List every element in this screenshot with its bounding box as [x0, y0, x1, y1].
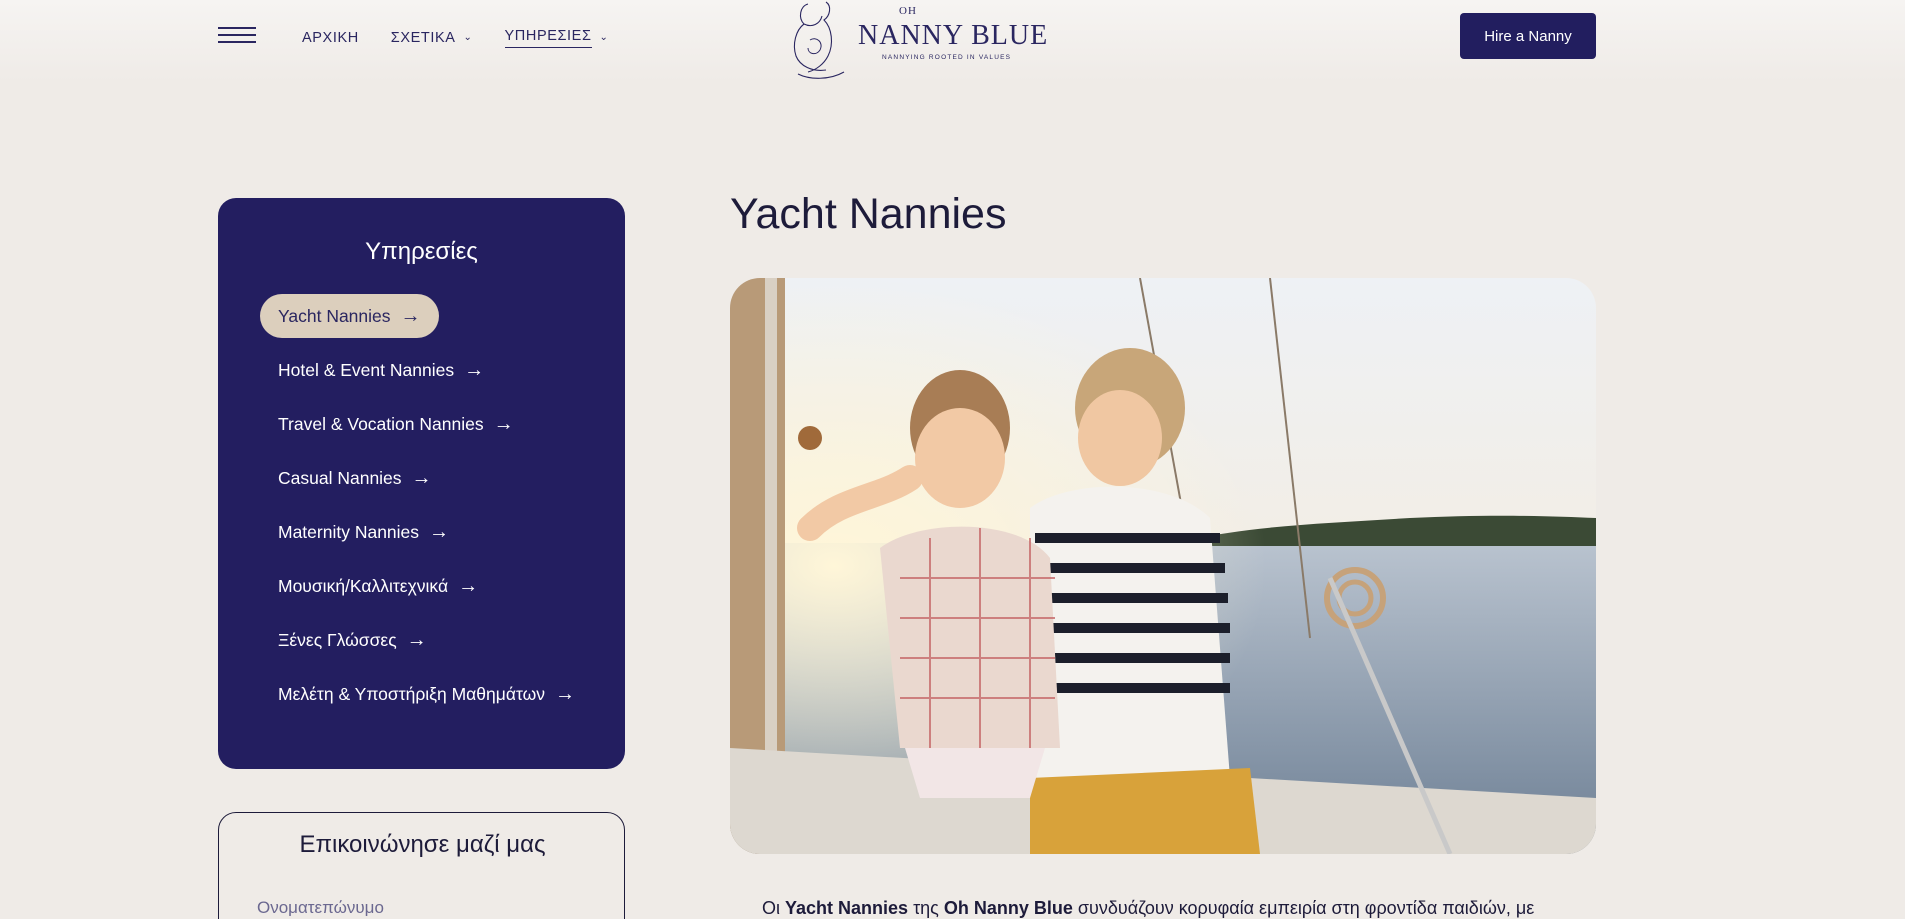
hire-a-nanny-button[interactable]: Hire a Nanny: [1460, 13, 1596, 59]
full-name-field[interactable]: [257, 895, 587, 919]
service-label: Casual Nannies: [278, 467, 402, 488]
menu-icon[interactable]: [218, 27, 256, 45]
service-item-casual[interactable]: Casual Nannies →: [260, 456, 450, 500]
intro-bold-brand: Oh Nanny Blue: [943, 898, 1073, 918]
service-item-yacht-nannies[interactable]: Yacht Nannies →: [260, 294, 439, 338]
logo-oh: OH: [899, 5, 917, 17]
chevron-down-icon: ⌄: [463, 31, 473, 43]
intro-text: συνδυάζουν κορυφαία εμπειρία στη φροντίδ…: [1072, 898, 1535, 918]
intro-text: της: [908, 898, 944, 918]
arrow-right-icon: →: [464, 359, 485, 381]
service-item-languages[interactable]: Ξένες Γλώσσες →: [260, 618, 445, 662]
nav-home[interactable]: ΑΡΧΙΚΗ: [302, 26, 359, 50]
service-label: Ξένες Γλώσσες: [278, 629, 397, 650]
service-item-study-support[interactable]: Μελέτη & Υποστήριξη Μαθημάτων →: [260, 672, 593, 716]
arrow-right-icon: →: [400, 305, 421, 327]
nav-about[interactable]: ΣΧΕΤΙΚΑ ⌄: [391, 26, 473, 50]
intro-paragraph: Οι Yacht Nannies της Oh Nanny Blue συνδυ…: [762, 898, 1534, 919]
logo-name: NANNY BLUE: [858, 20, 1049, 51]
arrow-right-icon: →: [555, 683, 576, 705]
main-nav: ΑΡΧΙΚΗ ΣΧΕΤΙΚΑ ⌄ ΥΠΗΡΕΣΙΕΣ ⌄: [302, 26, 609, 50]
arrow-right-icon: →: [493, 413, 514, 435]
site-header: ΑΡΧΙΚΗ ΣΧΕΤΙΚΑ ⌄ ΥΠΗΡΕΣΙΕΣ ⌄ OH NANNY BL…: [0, 0, 1905, 82]
nav-label: ΣΧΕΤΙΚΑ: [390, 30, 456, 46]
service-item-hotel-event[interactable]: Hotel & Event Nannies →: [260, 348, 502, 392]
page-title: Yacht Nannies: [730, 190, 1007, 238]
service-label: Yacht Nannies: [278, 305, 391, 326]
services-sidebar: Υπηρεσίες Yacht Nannies → Hotel & Event …: [218, 198, 625, 769]
service-label: Μελέτη & Υποστήριξη Μαθημάτων: [278, 683, 546, 704]
service-label: Travel & Vocation Nannies: [278, 413, 484, 434]
arrow-right-icon: →: [429, 521, 450, 543]
nav-label: ΥΠΗΡΕΣΙΕΣ: [504, 28, 592, 48]
site-logo[interactable]: OH NANNY BLUE NANNYING ROOTED IN VALUES: [786, 0, 1047, 82]
services-list: Yacht Nannies → Hotel & Event Nannies → …: [260, 294, 593, 726]
contact-form-card: Επικοινώνησε μαζί μας: [218, 812, 625, 919]
nav-services[interactable]: ΥΠΗΡΕΣΙΕΣ ⌄: [504, 26, 609, 50]
service-label: Maternity Nannies: [278, 521, 420, 542]
intro-bold-yacht-nannies: Yacht Nannies: [785, 898, 909, 918]
yacht-photo: [730, 278, 1596, 854]
logo-tagline: NANNYING ROOTED IN VALUES: [882, 54, 1012, 61]
contact-title: Επικοινώνησε μαζί μας: [299, 831, 546, 858]
service-item-maternity[interactable]: Maternity Nannies →: [260, 510, 467, 554]
logo-mother-child-icon: [793, 1, 845, 79]
intro-text: Οι: [762, 898, 786, 918]
arrow-right-icon: →: [406, 629, 427, 651]
service-label: Hotel & Event Nannies: [278, 359, 455, 380]
arrow-right-icon: →: [458, 575, 479, 597]
service-label: Μουσική/Καλλιτεχνικά: [278, 575, 449, 596]
hero-image: [730, 278, 1596, 854]
nav-label: ΑΡΧΙΚΗ: [302, 30, 359, 46]
chevron-down-icon: ⌄: [599, 31, 609, 43]
service-item-travel-vocation[interactable]: Travel & Vocation Nannies →: [260, 402, 532, 446]
services-title: Υπηρεσίες: [365, 238, 478, 265]
service-item-music-arts[interactable]: Μουσική/Καλλιτεχνικά →: [260, 564, 496, 608]
arrow-right-icon: →: [411, 467, 432, 489]
